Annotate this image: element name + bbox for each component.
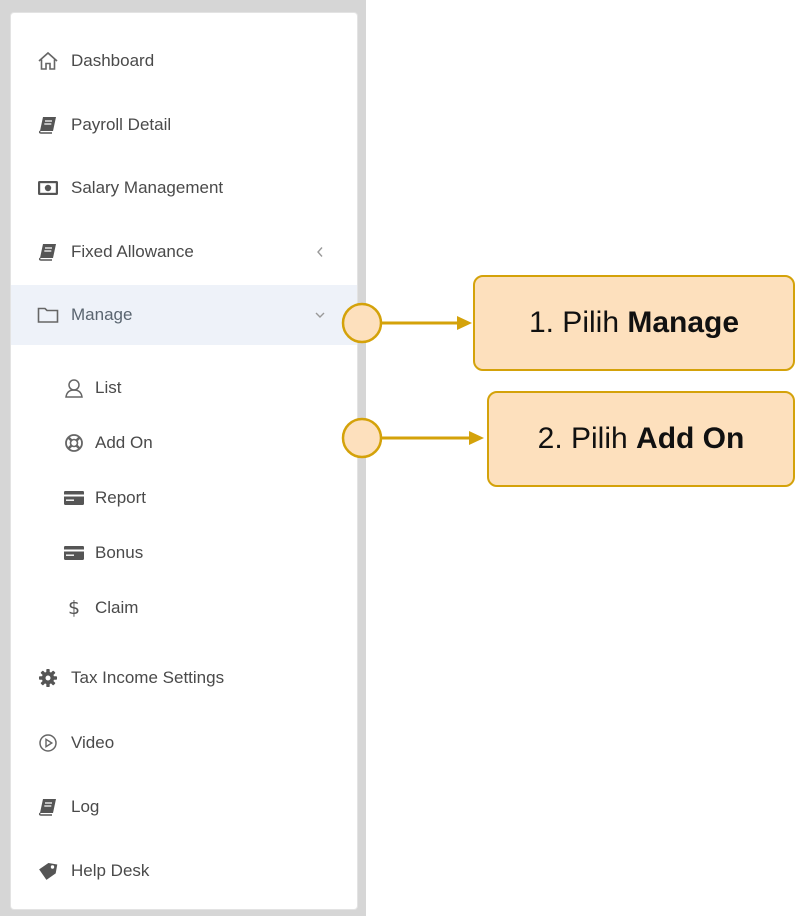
callout-step-1-bold: Manage (627, 306, 740, 339)
arrowhead-2 (469, 431, 484, 445)
arrowhead-1 (457, 316, 472, 330)
callout-step-2: 2. Pilih Add On (487, 391, 795, 487)
callout-step-2-prefix: 2. Pilih (537, 422, 637, 455)
callout-step-1: 1. Pilih Manage (473, 275, 795, 371)
connector-dot-2 (341, 417, 383, 459)
connector-dot-1 (341, 302, 383, 344)
callout-step-2-bold: Add On (636, 422, 745, 455)
callout-step-1-prefix: 1. Pilih (528, 306, 628, 339)
